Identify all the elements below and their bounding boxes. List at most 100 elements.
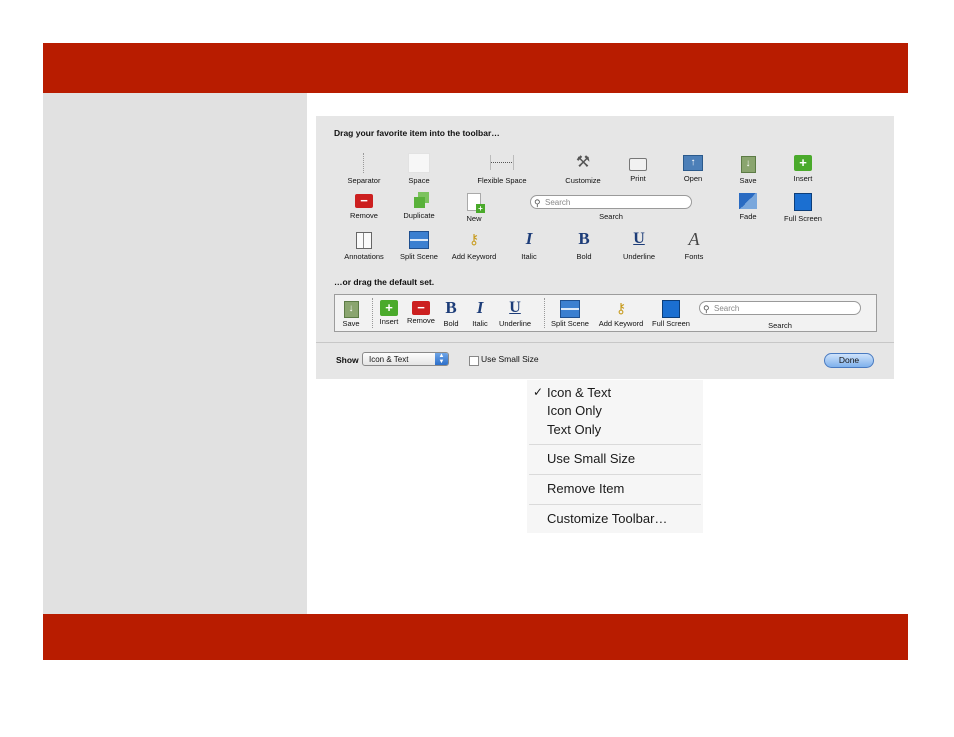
palette-item-print[interactable]: Print [608,153,668,183]
palette-item-insert[interactable]: + Insert [773,153,833,183]
sidebar-panel [43,93,307,614]
menu-separator [529,504,701,505]
palette-item-italic[interactable]: I Italic [499,229,559,261]
add-keyword-icon: ⚷ [615,300,627,316]
palette-item-separator[interactable]: Separator [334,153,394,185]
done-button[interactable]: Done [824,353,874,368]
item-label: Fonts [684,252,704,261]
default-item-remove: − Remove [405,298,437,325]
printer-icon [629,158,647,171]
separator-icon [363,153,365,173]
default-item-split-scene: Split Scene [549,298,591,328]
item-label: Print [630,174,646,183]
item-label: Remove [350,211,378,220]
palette-search-field[interactable]: ⚲ Search [530,195,692,209]
palette-item-open[interactable]: ↑ Open [663,153,723,183]
default-item-bold: B Bold [441,298,461,328]
item-label: Underline [622,252,656,261]
save-icon: ↓ [343,301,359,318]
item-label: Insert [379,317,399,326]
bottom-accent-bar [43,614,908,660]
palette-item-fade[interactable]: Fade [718,191,778,221]
palette-item-customize[interactable]: ⚒ Customize [553,153,613,185]
menu-separator [529,474,701,475]
menu-item-icon-only[interactable]: Icon Only [547,403,602,418]
default-toolbar-set[interactable]: ↓ Save + Insert − Remove B Bold I Italic… [334,294,877,332]
default-item-add-keyword: ⚷ Add Keyword [597,298,645,328]
search-placeholder: Search [714,304,740,313]
duplicate-icon [413,197,425,208]
fonts-icon: A [688,229,700,249]
default-item-underline: U Underline [497,298,533,328]
item-label: Annotations [344,252,384,261]
top-accent-bar [43,43,908,93]
menu-item-use-small-size[interactable]: Use Small Size [547,451,635,466]
item-label: Remove [407,316,435,325]
menu-item-icon-and-text[interactable]: Icon & Text [547,385,611,400]
add-keyword-icon: ⚷ [468,231,480,247]
item-label: Underline [498,319,532,328]
palette-item-bold[interactable]: B Bold [554,229,614,261]
customize-toolbar-sheet: Drag your favorite item into the toolbar… [316,116,894,379]
use-small-size-checkbox[interactable] [469,356,479,366]
item-label: Split Scene [551,319,589,328]
item-label: Split Scene [400,252,438,261]
item-label: Fade [739,212,757,221]
show-label: Show [336,355,359,365]
item-label: Duplicate [403,211,435,220]
save-icon: ↓ [740,156,756,173]
full-screen-icon [794,193,812,211]
italic-icon: I [476,298,484,317]
palette-item-remove[interactable]: − Remove [334,191,394,220]
menu-item-text-only[interactable]: Text Only [547,422,601,437]
toolbar-context-menu: ✓ Icon & Text Icon Only Text Only Use Sm… [527,380,703,533]
item-label: Customize [565,176,601,185]
bold-icon: B [445,298,457,317]
item-label: Insert [793,174,813,183]
item-label: Italic [472,319,488,328]
palette-item-search-label: Search [581,212,641,221]
checkmark-icon: ✓ [533,385,544,399]
tools-icon: ⚒ [575,154,591,171]
annotations-icon [356,232,372,249]
item-label: Add Keyword [451,252,497,261]
split-scene-icon [560,300,580,318]
search-placeholder: Search [545,198,571,207]
remove-icon: − [412,301,430,315]
popup-arrows-icon: ▲ ▼ [435,353,448,365]
item-label: Separator [347,176,381,185]
palette-item-space[interactable]: Space [389,153,449,185]
item-label: Space [408,176,430,185]
item-label: Bold [443,319,459,328]
palette-item-underline[interactable]: U Underline [609,229,669,261]
item-label: Add Keyword [598,319,644,328]
palette-item-flexible-space[interactable]: Flexible Space [472,153,532,185]
search-icon: ⚲ [534,198,541,208]
default-item-insert: + Insert [376,298,402,326]
open-icon: ↑ [683,155,703,171]
palette-item-new[interactable]: New [444,191,504,223]
palette-item-split-scene[interactable]: Split Scene [389,229,449,261]
show-mode-popup[interactable]: Icon & Text ▲ ▼ [362,352,449,366]
italic-icon: I [525,229,533,248]
default-item-full-screen: Full Screen [651,298,691,328]
palette-item-duplicate[interactable]: Duplicate [389,191,449,220]
split-scene-icon [409,231,429,249]
default-search-field: ⚲ Search [699,301,861,315]
menu-separator [529,444,701,445]
palette-item-full-screen[interactable]: Full Screen [773,191,833,223]
favorite-items-heading: Drag your favorite item into the toolbar… [334,128,500,138]
palette-item-annotations[interactable]: Annotations [334,229,394,261]
palette-item-save[interactable]: ↓ Save [718,153,778,185]
palette-item-fonts[interactable]: A Fonts [664,229,724,261]
menu-item-customize-toolbar[interactable]: Customize Toolbar… [547,511,667,526]
flexible-space-icon [490,153,514,173]
menu-item-remove-item[interactable]: Remove Item [547,481,624,496]
fade-icon [739,193,757,209]
toolbar-separator [372,298,373,328]
default-item-search-label: Search [759,320,801,330]
underline-icon: U [633,230,645,247]
palette-item-add-keyword[interactable]: ⚷ Add Keyword [444,229,504,261]
use-small-size-label[interactable]: Use Small Size [481,354,539,364]
remove-icon: − [355,194,373,208]
